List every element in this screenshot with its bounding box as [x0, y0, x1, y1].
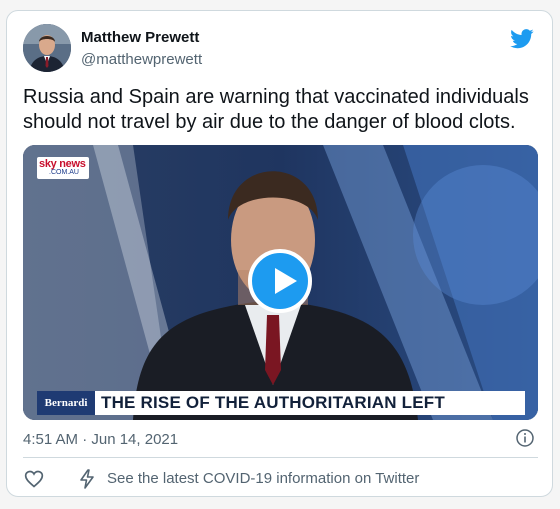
video-player[interactable]: sky news .COM.AU Bernardi THE RISE OF TH… [23, 145, 538, 420]
divider [23, 457, 538, 458]
author-name[interactable]: Matthew Prewett [81, 29, 199, 46]
covid-info-link[interactable]: See the latest COVID-19 information on T… [107, 470, 419, 487]
info-icon[interactable] [516, 429, 534, 447]
lower-third-banner: Bernardi THE RISE OF THE AUTHORITARIAN L… [37, 391, 525, 415]
tweet-card: Matthew Prewett @matthewprewett Russia a… [6, 10, 553, 497]
lower-third-headline: THE RISE OF THE AUTHORITARIAN LEFT [101, 393, 445, 412]
sky-news-logo-subtext: .COM.AU [49, 169, 79, 176]
bernardi-logo: Bernardi [37, 391, 95, 415]
play-icon[interactable] [248, 249, 312, 313]
author-handle[interactable]: @matthewprewett [81, 51, 202, 68]
avatar-image [23, 24, 71, 72]
twitter-bird-icon[interactable] [510, 29, 534, 49]
avatar[interactable] [23, 24, 71, 72]
lightning-bolt-icon[interactable] [79, 469, 95, 489]
tweet-text: Russia and Spain are warning that vaccin… [23, 86, 529, 133]
tweet-timestamp[interactable]: 4:51 AM · Jun 14, 2021 [23, 431, 178, 448]
heart-icon[interactable] [24, 469, 44, 489]
sky-news-logo: sky news .COM.AU [37, 157, 89, 179]
